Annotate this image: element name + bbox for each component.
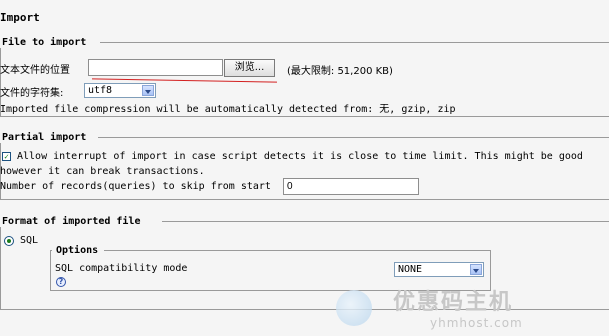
chevron-down-icon [470,264,482,275]
watermark-globe-icon [336,290,372,326]
file-section-legend: File to import [0,37,89,48]
charset-select[interactable]: utf8 [84,83,156,98]
partial-border-top [98,137,609,138]
options-legend: Options [54,245,101,256]
watermark-text-cn: 优惠码主机 [393,290,514,315]
compression-note: Imported file compression will be automa… [0,104,456,115]
fieldset-border-bottom [0,116,609,117]
skip-records-label: Number of records(queries) to skip from … [0,181,271,192]
skip-records-input[interactable] [283,178,419,195]
watermark-text-en: yhmhost.com [430,316,523,330]
charset-select-value: utf8 [88,85,113,96]
file-path-input[interactable] [88,59,223,76]
options-border-top [104,250,490,251]
interrupt-label-line2: however it can break transactions. [0,166,205,177]
help-icon[interactable]: ? [56,277,66,287]
format-border-left [0,221,1,309]
page-title: Import [0,11,40,24]
sql-compat-select[interactable]: NONE [394,262,484,277]
interrupt-label-line1: Allow interrupt of import in case script… [17,151,583,162]
chevron-down-icon [142,85,154,96]
partial-border-bottom [0,199,609,200]
sql-format-radio[interactable] [4,236,14,246]
file-location-label: 文本文件的位置 [0,65,70,76]
charset-label: 文件的字符集: [0,88,64,99]
format-border-bottom [0,309,609,310]
interrupt-checkbox[interactable]: ✓ [2,152,11,161]
sql-compat-label: SQL compatibility mode [55,263,188,274]
partial-section-legend: Partial import [0,132,89,143]
fieldset-border-top [100,42,609,43]
max-size-note: (最大限制: 51,200 KB) [287,66,393,77]
format-border-top [162,221,609,222]
sql-format-label: SQL [20,235,39,246]
format-section-legend: Format of imported file [0,216,143,227]
options-border-left [50,250,51,290]
sql-compat-select-value: NONE [398,264,423,275]
browse-button[interactable]: 浏览... [224,59,275,77]
red-underline-annotation [92,78,277,83]
